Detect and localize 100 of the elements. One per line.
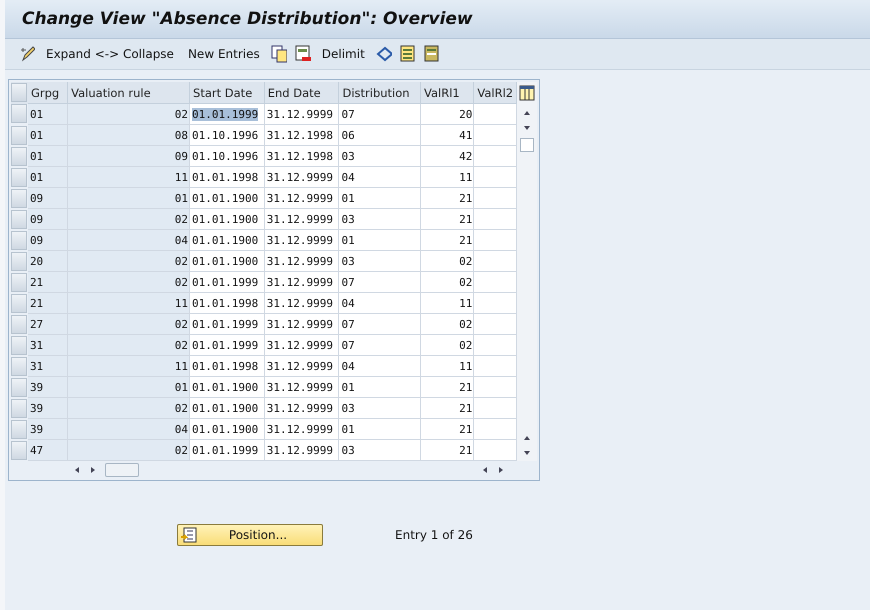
table-cell: 01 xyxy=(28,124,68,146)
table-cell: 08 xyxy=(68,124,190,146)
table-cell: 01.01.1999 xyxy=(190,334,264,356)
table-cell xyxy=(474,418,517,440)
table-cell: 04 xyxy=(338,356,421,376)
table-cell: 03 xyxy=(338,146,421,166)
table-cell: 31.12.9999 xyxy=(264,314,339,334)
table-cell xyxy=(474,250,517,272)
table-cell: 11 xyxy=(420,356,474,376)
table-cell: 01 xyxy=(338,188,421,208)
table-cell xyxy=(474,188,517,208)
table-cell: 01.10.1996 xyxy=(190,124,264,146)
window-title: Change View "Absence Distribution": Overview xyxy=(22,9,473,29)
table-cell: 41 xyxy=(420,124,474,146)
table-cell xyxy=(474,292,517,314)
table-cell: 01.01.1900 xyxy=(190,208,264,230)
toolbar-button[interactable]: Delimit xyxy=(316,43,370,65)
table-cell xyxy=(474,440,517,460)
table-cell: 03 xyxy=(338,208,421,230)
table-cell: 02 xyxy=(420,334,474,356)
table-cell: 09 xyxy=(68,146,190,166)
vertical-scrollbar[interactable] xyxy=(517,82,537,461)
table-cell: 04 xyxy=(338,166,421,188)
table-cell: 20 xyxy=(420,104,474,124)
column-settings-icon[interactable] xyxy=(519,85,536,101)
table-cell: 07 xyxy=(338,334,421,356)
table-cell: 01.01.1999 xyxy=(190,314,264,334)
table-cell: 31.12.9999 xyxy=(264,250,339,272)
table-cell xyxy=(474,230,517,250)
table-cell: 01.01.1999 xyxy=(190,104,264,124)
table-cell: 01 xyxy=(28,166,68,188)
table-cell: 47 xyxy=(28,440,68,460)
position-icon xyxy=(181,527,197,543)
table-cell: 02 xyxy=(68,272,190,292)
table-cell: 04 xyxy=(338,292,421,314)
table-cell: 01 xyxy=(68,376,190,398)
table-cell: 31.12.9999 xyxy=(264,208,339,230)
table-cell: 11 xyxy=(68,292,190,314)
table-cell xyxy=(474,398,517,418)
column-header[interactable]: Start Date xyxy=(190,82,264,104)
table-cell: 01 xyxy=(338,376,421,398)
table-cell: 20 xyxy=(28,250,68,272)
table-cell xyxy=(474,356,517,376)
table-cell: 11 xyxy=(420,292,474,314)
table-cell: 09 xyxy=(28,188,68,208)
table-cell: 21 xyxy=(28,272,68,292)
table-cell: 01.01.1900 xyxy=(190,188,264,208)
column-header[interactable]: Grpg xyxy=(28,82,68,104)
table-cell: 03 xyxy=(338,250,421,272)
table-cell: 11 xyxy=(68,356,190,376)
table-cell: 01.01.1998 xyxy=(190,166,264,188)
table-cell xyxy=(474,166,517,188)
table-cell: 21 xyxy=(420,376,474,398)
table-cell: 02 xyxy=(420,314,474,334)
table-cell: 39 xyxy=(28,376,68,398)
column-header[interactable]: ValRl2 xyxy=(474,82,517,104)
table-cell: 21 xyxy=(420,418,474,440)
table-cell: 02 xyxy=(68,314,190,334)
table-cell: 02 xyxy=(420,250,474,272)
position-button[interactable]: Position... xyxy=(177,524,323,546)
table-cell: 07 xyxy=(338,272,421,292)
table-cell: 01 xyxy=(338,230,421,250)
table-cell: 01 xyxy=(338,418,421,440)
toolbar-button[interactable]: Expand <-> Collapse xyxy=(41,43,179,65)
table-cell: 01 xyxy=(28,146,68,166)
table-cell: 06 xyxy=(338,124,421,146)
table-cell: 21 xyxy=(28,292,68,314)
column-header[interactable]: Valuation rule xyxy=(68,82,190,104)
table-cell: 03 xyxy=(338,398,421,418)
table-cell: 21 xyxy=(420,230,474,250)
table-cell: 39 xyxy=(28,398,68,418)
table-cell: 31.12.9999 xyxy=(264,356,339,376)
table-cell: 01.01.1900 xyxy=(190,418,264,440)
horizontal-scroll-thumb[interactable] xyxy=(105,462,139,476)
table-cell: 27 xyxy=(28,314,68,334)
table-cell xyxy=(474,272,517,292)
table-cell: 02 xyxy=(68,398,190,418)
toolbar-button[interactable]: New Entries xyxy=(182,43,265,65)
entry-count: Entry 1 of 26 xyxy=(395,528,473,542)
table-cell: 01 xyxy=(68,188,190,208)
column-header[interactable]: Distribution xyxy=(338,82,421,104)
table-cell xyxy=(474,314,517,334)
table-cell: 31.12.9999 xyxy=(264,104,339,124)
table-cell xyxy=(474,124,517,146)
table-cell: 04 xyxy=(68,230,190,250)
table-cell: 42 xyxy=(420,146,474,166)
table-cell: 31.12.1998 xyxy=(264,124,339,146)
column-header[interactable]: ValRl1 xyxy=(420,82,474,104)
table-cell xyxy=(474,208,517,230)
table-cell: 21 xyxy=(420,398,474,418)
table-cell: 01.01.1900 xyxy=(190,376,264,398)
table-cell: 01.01.1999 xyxy=(190,272,264,292)
table-cell: 31.12.9999 xyxy=(264,292,339,314)
column-header[interactable]: End Date xyxy=(264,82,339,104)
table-cell: 04 xyxy=(68,418,190,440)
table-cell: 02 xyxy=(68,440,190,460)
scroll-thumb[interactable] xyxy=(520,138,534,152)
table-cell: 07 xyxy=(338,314,421,334)
table-cell: 21 xyxy=(420,188,474,208)
table-cell: 31.12.9999 xyxy=(264,166,339,188)
